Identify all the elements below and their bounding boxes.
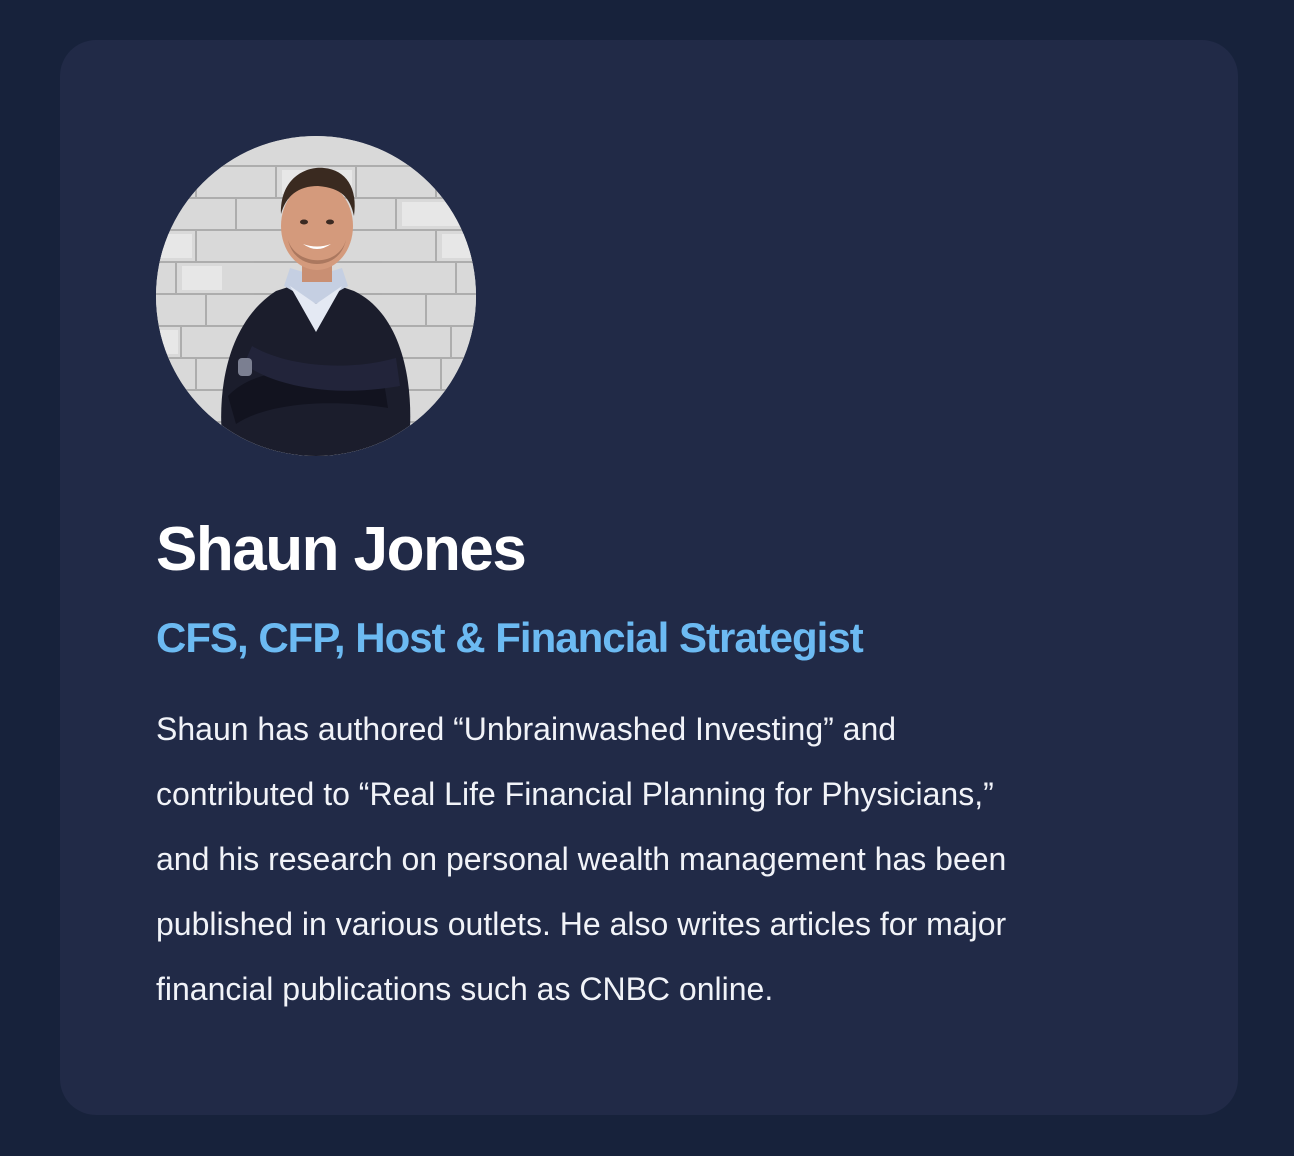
bio-line: and his research on personal wealth mana…	[156, 841, 1007, 877]
bio-line: Shaun has authored “Unbrainwashed Invest…	[156, 711, 897, 747]
profile-title: CFS, CFP, Host & Financial Strategist	[156, 614, 864, 661]
profile-name: Shaun Jones	[156, 515, 527, 584]
profile-card: Shaun Jones CFS, CFP, Host & Financial S…	[60, 40, 1238, 1115]
profile-bio: Shaun has authored “Unbrainwashed Invest…	[156, 697, 1156, 1022]
bio-line: published in various outlets. He also wr…	[156, 906, 1007, 942]
bio-line: contributed to “Real Life Financial Plan…	[156, 776, 994, 812]
bio-line: financial publications such as CNBC onli…	[156, 971, 774, 1007]
avatar	[156, 136, 476, 456]
person-portrait-icon	[156, 136, 476, 456]
